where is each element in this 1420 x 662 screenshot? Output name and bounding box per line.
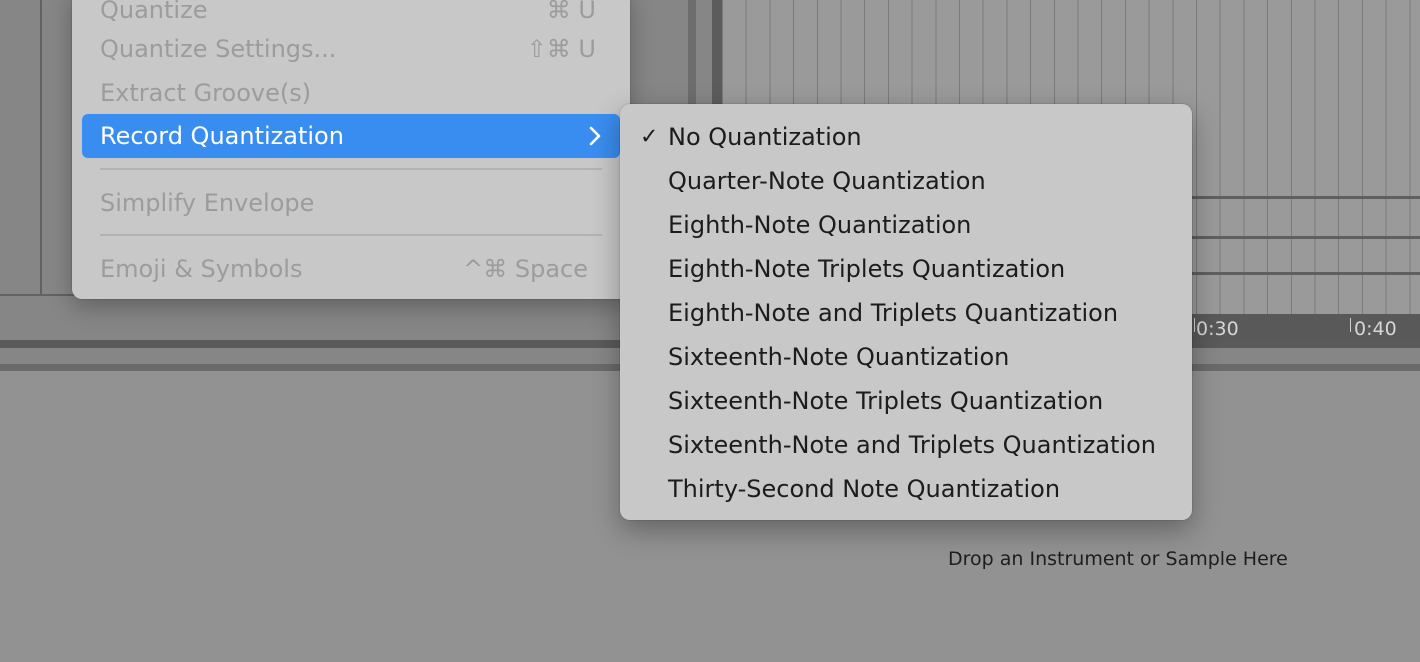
submenu-item-label: Sixteenth-Note Triplets Quantization [668, 387, 1104, 415]
chevron-right-icon [589, 126, 601, 146]
menu-item-quantize-settings[interactable]: Quantize Settings... ⇧⌘ U [82, 27, 620, 71]
submenu-item-label: Thirty-Second Note Quantization [668, 475, 1061, 503]
submenu-item-label: Eighth-Note Quantization [668, 211, 972, 239]
menu-item-label: Emoji & Symbols [100, 255, 303, 283]
menu-separator [100, 168, 602, 170]
submenu-item-label: Sixteenth-Note Quantization [668, 343, 1010, 371]
context-menu: Quantize ⌘ U Quantize Settings... ⇧⌘ U E… [72, 0, 630, 299]
menu-item-extract-grooves[interactable]: Extract Groove(s) [82, 71, 620, 115]
submenu-item-sixteenth-note-triplets[interactable]: Sixteenth-Note Triplets Quantization [620, 379, 1192, 423]
menu-item-label: Quantize [100, 0, 208, 24]
menu-item-emoji-symbols[interactable]: Emoji & Symbols ^⌘ Space [82, 247, 620, 291]
submenu-item-eighth-note-and-triplets[interactable]: Eighth-Note and Triplets Quantization [620, 291, 1192, 335]
submenu-item-label: No Quantization [668, 123, 862, 151]
menu-item-label: Extract Groove(s) [100, 79, 312, 107]
submenu-item-thirty-second-note[interactable]: Thirty-Second Note Quantization [620, 467, 1192, 511]
submenu-item-label: Sixteenth-Note and Triplets Quantization [668, 431, 1157, 459]
menu-separator [100, 234, 602, 236]
submenu-item-quarter-note[interactable]: Quarter-Note Quantization [620, 159, 1192, 203]
ruler-label: 0:40 [1354, 318, 1397, 340]
menu-item-simplify-envelope[interactable]: Simplify Envelope [82, 181, 620, 225]
submenu-item-eighth-note-triplets[interactable]: Eighth-Note Triplets Quantization [620, 247, 1192, 291]
menu-item-shortcut: ⇧⌘ U [526, 35, 596, 63]
drop-zone-hint: Drop an Instrument or Sample Here [948, 548, 1288, 570]
menu-item-label: Simplify Envelope [100, 189, 315, 217]
submenu-item-eighth-note[interactable]: Eighth-Note Quantization [620, 203, 1192, 247]
menu-item-label: Quantize Settings... [100, 35, 337, 63]
record-quantization-submenu: ✓ No Quantization Quarter-Note Quantizat… [620, 104, 1192, 520]
menu-item-shortcut: ⌘ U [546, 0, 596, 24]
submenu-item-sixteenth-note-and-triplets[interactable]: Sixteenth-Note and Triplets Quantization [620, 423, 1192, 467]
ruler-tick [1194, 318, 1195, 332]
submenu-item-sixteenth-note[interactable]: Sixteenth-Note Quantization [620, 335, 1192, 379]
submenu-item-no-quantization[interactable]: ✓ No Quantization [620, 115, 1192, 159]
submenu-item-label: Eighth-Note Triplets Quantization [668, 255, 1066, 283]
submenu-item-label: Quarter-Note Quantization [668, 167, 986, 195]
submenu-item-label: Eighth-Note and Triplets Quantization [668, 299, 1119, 327]
ruler-label: 0:30 [1196, 318, 1239, 340]
checkmark-icon: ✓ [640, 124, 659, 150]
menu-item-record-quantization[interactable]: Record Quantization [82, 114, 620, 158]
ruler-tick [1350, 318, 1351, 332]
menu-item-shortcut: ^⌘ Space [463, 255, 588, 283]
menu-item-label: Record Quantization [100, 122, 344, 150]
